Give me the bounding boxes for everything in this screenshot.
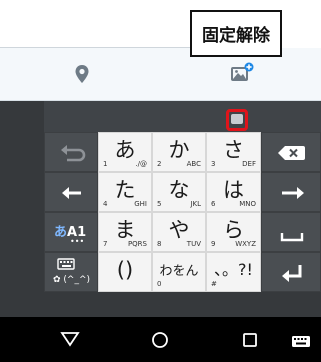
undo-key[interactable] — [44, 132, 98, 172]
undo-icon — [61, 145, 86, 162]
key-ka[interactable]: か 2 ABC — [152, 132, 206, 172]
keyboard-switch-icon[interactable] — [291, 334, 311, 348]
add-image-icon[interactable] — [230, 62, 254, 84]
mode-dots: ••• — [70, 237, 85, 246]
cursor-left-key[interactable] — [44, 172, 98, 212]
key-parentheses[interactable]: () — [98, 252, 152, 292]
key-ya[interactable]: や 8 TUV — [152, 212, 206, 252]
input-mode-key[interactable]: あA1 ••• — [44, 212, 98, 252]
unpin-callout: 固定解除 — [190, 10, 282, 57]
keyboard-mini-icon — [231, 114, 243, 124]
recents-square-icon[interactable] — [242, 332, 258, 348]
key-ma[interactable]: ま 7 PQRS — [98, 212, 152, 252]
key-wawon[interactable]: わをん 0 — [152, 252, 206, 292]
key-punctuation[interactable]: 、。?! # — [206, 252, 261, 292]
enter-icon — [282, 265, 302, 282]
key-ta[interactable]: た 4 GHI — [98, 172, 152, 212]
emoji-keyboard-key[interactable]: ✿ (^_^) — [44, 252, 98, 292]
arrow-right-icon — [282, 187, 304, 199]
backspace-key[interactable] — [261, 132, 321, 172]
key-a[interactable]: あ 1 ./@ — [98, 132, 152, 172]
backspace-icon — [278, 146, 305, 160]
key-na[interactable]: な 5 JKL — [152, 172, 206, 212]
cursor-right-key[interactable] — [261, 172, 321, 212]
keyboard-top-bar — [44, 101, 321, 132]
keyboard-icon — [57, 258, 75, 270]
key-ha[interactable]: は 6 MNO — [206, 172, 261, 212]
emoji-icon-label: ✿ (^_^) — [53, 275, 91, 285]
arrow-left-icon — [62, 187, 81, 199]
key-sa[interactable]: さ 3 DEF — [206, 132, 261, 172]
location-pin-icon[interactable] — [74, 64, 90, 84]
back-triangle-icon[interactable] — [60, 330, 80, 348]
space-key[interactable] — [261, 212, 321, 252]
home-circle-icon[interactable] — [151, 331, 169, 349]
space-icon — [280, 233, 304, 242]
key-ra[interactable]: ら 9 WXYZ — [206, 212, 261, 252]
enter-key[interactable] — [261, 252, 321, 292]
